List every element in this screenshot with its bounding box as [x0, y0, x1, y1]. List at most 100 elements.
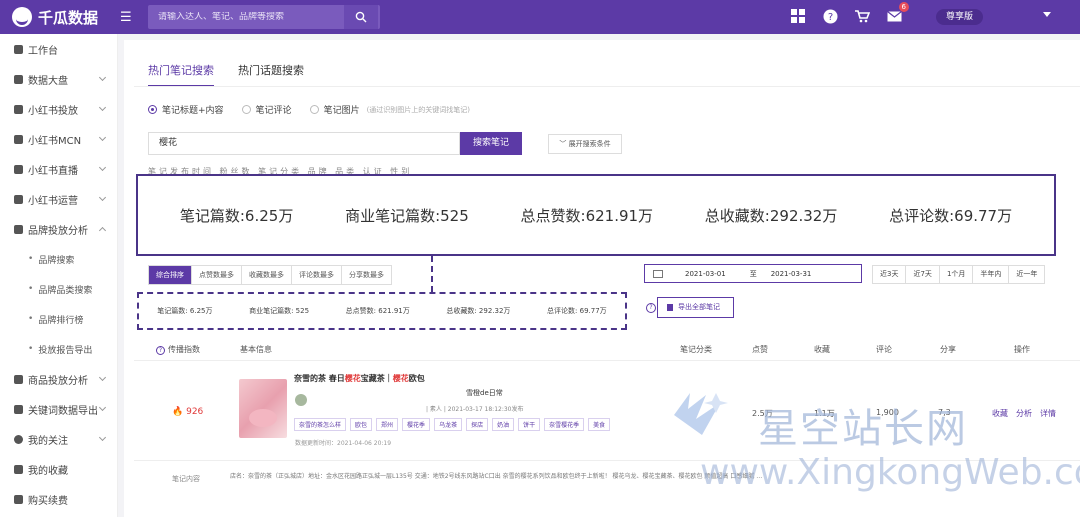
- header-icons: ? 6: [790, 2, 909, 24]
- user-plan-badge[interactable]: 尊享版: [936, 9, 984, 25]
- note-title[interactable]: 奈雪的茶 春日樱花宝藏茶｜樱花欧包: [294, 373, 425, 384]
- keyword-input[interactable]: 樱花: [148, 132, 460, 155]
- video-icon: [14, 164, 23, 174]
- note-tags: 奈雪的茶怎么样 欧包 郑州 樱花季 乌龙茶 探店 奶油 饼干 奈雪樱花季 美食: [294, 418, 611, 431]
- tag[interactable]: 饼干: [518, 418, 541, 431]
- sidebar-item-workbench[interactable]: 工作台: [0, 34, 117, 64]
- logo-icon: [12, 7, 32, 27]
- sort-shares[interactable]: 分享数最多: [342, 266, 391, 284]
- tab-hot-notes[interactable]: 热门笔记搜索: [148, 62, 214, 87]
- radio-title-content[interactable]: 笔记标题+内容: [148, 103, 224, 116]
- sidebar-item-label: 小红书投放: [28, 105, 78, 117]
- note-content-label: 笔记内容: [172, 475, 200, 483]
- sidebar-item-product-analysis[interactable]: 商品投放分析: [0, 364, 117, 394]
- sidebar-item-keyword-export[interactable]: 关键词数据导出: [0, 394, 117, 424]
- sidebar-item-purchase[interactable]: 购买续费: [0, 484, 117, 514]
- purchase-icon: [14, 494, 23, 504]
- sidebar-subitem-brand-category-search[interactable]: 品牌品类搜索: [0, 274, 117, 304]
- radio-images[interactable]: 笔记图片 (通过识别图片上的关键词找笔记): [309, 103, 470, 116]
- quick-date-ranges: 近3天 近7天 1个月 半年内 近一年: [872, 265, 1046, 284]
- apps-grid-icon[interactable]: [790, 8, 806, 24]
- ads-icon: [14, 104, 23, 114]
- sort-overall[interactable]: 综合排序: [149, 266, 192, 284]
- eye-icon: [14, 434, 23, 444]
- range-1-month[interactable]: 1个月: [938, 265, 974, 284]
- sidebar-item-xhs-ops[interactable]: 小红书运营: [0, 184, 117, 214]
- radio-unchecked-icon: [241, 105, 251, 114]
- header-favorites: 收藏: [814, 345, 830, 354]
- sidebar-item-my-follows[interactable]: 我的关注: [0, 424, 117, 454]
- sidebar-item-data-dashboard[interactable]: 数据大盘: [0, 64, 117, 94]
- sidebar-subitem-brand-search[interactable]: 品牌搜索: [0, 244, 117, 274]
- header-category: 笔记分类: [680, 345, 712, 354]
- stat-likes: 总点赞数:621.91万: [521, 205, 654, 226]
- chevron-up-icon: [98, 226, 107, 235]
- stat-label: 总评论数:: [547, 307, 578, 315]
- sort-comments[interactable]: 评论数最多: [292, 266, 342, 284]
- search-notes-button[interactable]: 搜索笔记: [460, 132, 522, 155]
- export-all-notes-button[interactable]: 导出全部笔记: [657, 297, 734, 318]
- global-search-input[interactable]: [148, 12, 344, 22]
- sidebar-item-label: 小红书运营: [28, 195, 78, 207]
- tag[interactable]: 樱花季: [402, 418, 431, 431]
- header-spread-index: ? 传播指数: [156, 344, 200, 355]
- range-3-days[interactable]: 近3天: [872, 265, 907, 284]
- tag[interactable]: 奈雪樱花季: [544, 418, 585, 431]
- radio-comments[interactable]: 笔记评论: [241, 103, 292, 116]
- author-name[interactable]: 雪橙de日常: [466, 388, 503, 398]
- watermark-text-en: www.XingkongWeb.com: [700, 452, 1080, 493]
- app-logo[interactable]: 千瓜数据: [12, 7, 98, 28]
- tag[interactable]: 探店: [466, 418, 489, 431]
- sidebar-item-label: 数据大盘: [28, 75, 68, 87]
- tag[interactable]: 奶油: [492, 418, 515, 431]
- sidebar-subitem-brand-ranking[interactable]: 品牌排行榜: [0, 304, 117, 334]
- stats-summary-row: 笔记篇数: 6.25万 商业笔记篇数: 525 总点赞数: 621.91万 总收…: [137, 292, 627, 330]
- sidebar-subitem-report-export[interactable]: 投放报告导出: [0, 334, 117, 364]
- sidebar-item-xhs-ads[interactable]: 小红书投放: [0, 94, 117, 124]
- date-separator: 至: [749, 269, 757, 278]
- sidebar-item-label: 我的关注: [28, 435, 68, 447]
- tab-hot-topics[interactable]: 热门话题搜索: [238, 62, 304, 87]
- date-range-picker[interactable]: 2021-03-01 至 2021-03-31: [644, 264, 862, 283]
- header-likes: 点赞: [752, 345, 768, 354]
- help-icon[interactable]: ?: [822, 8, 838, 24]
- action-analyze[interactable]: 分析: [1016, 408, 1032, 419]
- tag[interactable]: 郑州: [376, 418, 399, 431]
- help-circle-icon[interactable]: ?: [156, 346, 165, 355]
- avatar[interactable]: [295, 394, 307, 406]
- product-icon: [14, 374, 23, 384]
- menu-toggle-icon[interactable]: ☰: [120, 10, 132, 25]
- radio-unchecked-icon: [309, 105, 319, 114]
- range-7-days[interactable]: 近7天: [905, 265, 940, 284]
- tag[interactable]: 美食: [588, 418, 611, 431]
- action-details[interactable]: 详情: [1040, 408, 1056, 419]
- search-scope-radios: 笔记标题+内容 笔记评论 笔记图片 (通过识别图片上的关键词找笔记): [148, 103, 470, 116]
- range-half-year[interactable]: 半年内: [972, 265, 1010, 284]
- sidebar-item-xhs-live[interactable]: 小红书直播: [0, 154, 117, 184]
- sidebar-item-brand-analysis[interactable]: 品牌投放分析: [0, 214, 117, 244]
- action-favorite[interactable]: 收藏: [992, 408, 1008, 419]
- tag[interactable]: 欧包: [350, 418, 373, 431]
- stat-value: 525: [440, 206, 469, 225]
- stat-value: 69.77万: [579, 307, 607, 315]
- sidebar-item-my-favorites[interactable]: 我的收藏: [0, 454, 117, 484]
- expand-filters-button[interactable]: ﹀ 展开搜索条件: [548, 134, 622, 154]
- note-thumbnail[interactable]: [239, 379, 287, 438]
- mail-icon[interactable]: 6: [886, 2, 909, 24]
- tag[interactable]: 乌龙茶: [434, 418, 463, 431]
- cart-icon[interactable]: [854, 8, 870, 24]
- range-1-year[interactable]: 近一年: [1008, 265, 1046, 284]
- stat-label: 笔记篇数:: [179, 206, 245, 225]
- sort-likes[interactable]: 点赞数最多: [192, 266, 242, 284]
- sidebar-item-xhs-mcn[interactable]: 小红书MCN: [0, 124, 117, 154]
- stat-comments: 总评论数:69.77万: [889, 205, 1012, 226]
- tag[interactable]: 奈雪的茶怎么样: [294, 418, 347, 431]
- sort-favorites[interactable]: 收藏数最多: [242, 266, 292, 284]
- title-highlight: 樱花: [392, 374, 409, 383]
- help-circle-icon[interactable]: ?: [646, 303, 656, 313]
- user-menu-caret-icon[interactable]: [1043, 12, 1051, 17]
- search-icon: [355, 11, 367, 23]
- search-button[interactable]: [344, 5, 378, 29]
- date-end: 2021-03-31: [770, 269, 812, 278]
- mcn-icon: [14, 134, 23, 144]
